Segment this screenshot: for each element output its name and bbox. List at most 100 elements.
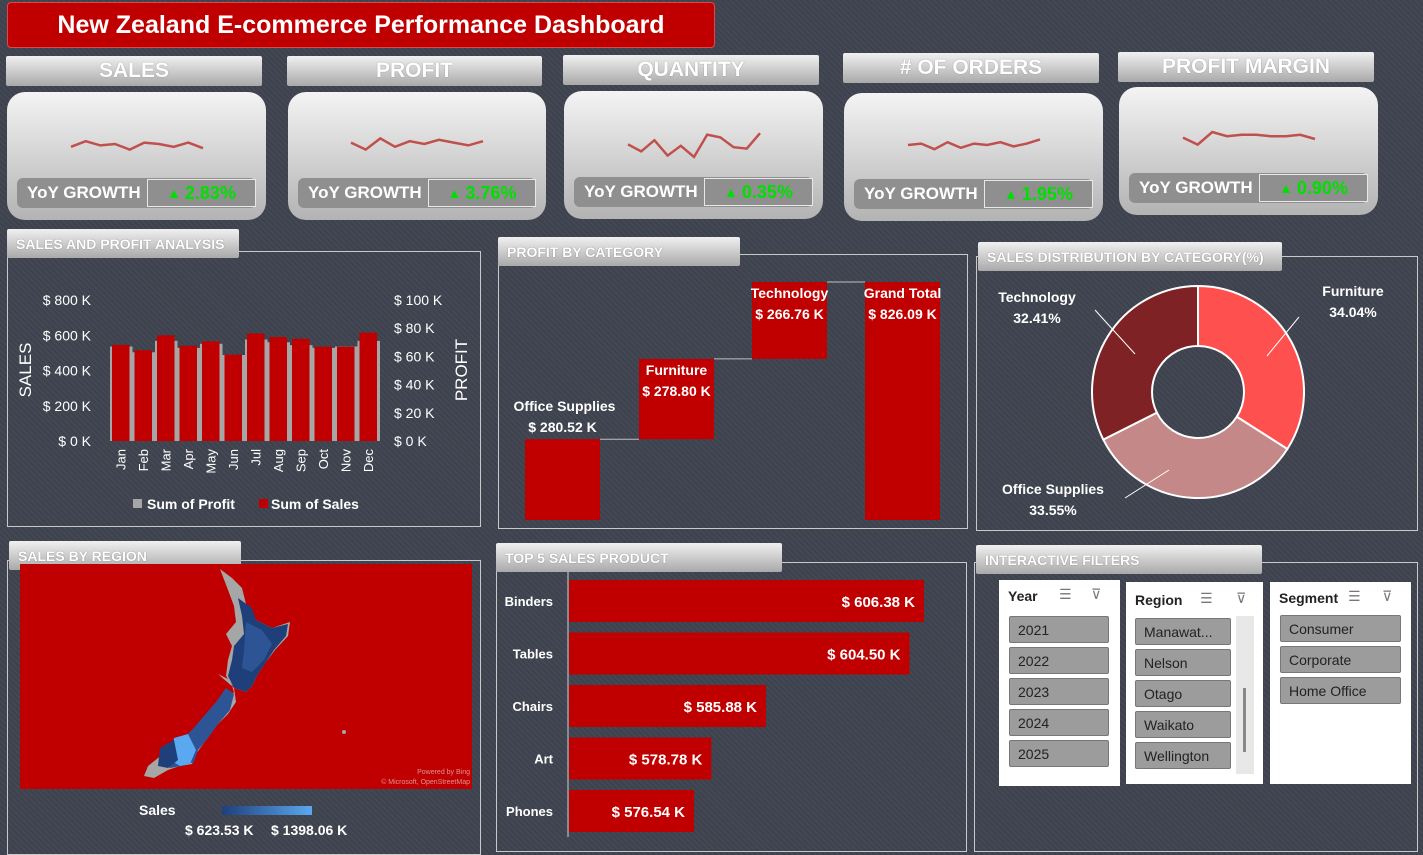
triangle-up-icon: ▲	[167, 185, 181, 201]
clear-filter-icon[interactable]: ⊽	[1091, 586, 1101, 603]
sales-profit-header: SALES AND PROFIT ANALYSIS	[7, 229, 239, 258]
sales-bar[interactable]	[157, 335, 175, 442]
sales-bar[interactable]	[112, 344, 130, 441]
x-tick-label: Sep	[293, 449, 308, 472]
nz-map-shape: Powered by Bing © Microsoft, OpenStreetM…	[144, 569, 470, 786]
kpi-growth-value-box: ▲ 1.95%	[984, 180, 1093, 208]
slicer-item-segment[interactable]: Corporate	[1280, 646, 1401, 673]
map-credit-1: Powered by Bing	[417, 769, 470, 776]
kpi-growth-value-box: ▲ 3.76%	[428, 179, 536, 207]
donut-slice[interactable]	[1197, 284, 1305, 451]
y-tick-label: $ 800 K	[43, 292, 92, 308]
kpi-sparkline	[1181, 130, 1315, 147]
waterfall-category-label: Office Supplies	[514, 398, 616, 414]
multi-select-icon[interactable]: ☰	[1059, 586, 1072, 603]
kpi-growth-value: 2.83%	[184, 182, 236, 203]
donut-category-label: Office Supplies	[1002, 481, 1104, 497]
y2-tick-label: $ 60 K	[394, 348, 435, 364]
kpi-growth-value-box: ▲ 0.90%	[1259, 174, 1368, 202]
segment-slicer-title: Segment	[1279, 590, 1339, 606]
slicer-item-year[interactable]: 2024	[1009, 709, 1109, 736]
kpi-growth-label: YoY GROWTH	[27, 183, 141, 202]
sales-bar[interactable]	[134, 350, 153, 441]
x-tick-label: Feb	[136, 449, 151, 471]
sales-bar[interactable]	[292, 338, 310, 441]
chatham-islands	[342, 730, 346, 734]
donut-slice[interactable]	[1090, 284, 1199, 441]
donut-value-label: 34.04%	[1329, 304, 1377, 320]
legend-label-sales: Sum of Sales	[271, 496, 359, 512]
slicer-item-region[interactable]: Manawat...	[1135, 618, 1231, 645]
slicer-item-year[interactable]: 2021	[1009, 616, 1109, 643]
region-slicer: Region ☰ ⊽ Manawat... Nelson Otago Waikato W…	[1126, 582, 1263, 784]
waterfall-category-label: Grand Total	[864, 285, 942, 301]
x-tick-label: May	[203, 449, 218, 474]
region-map[interactable]: Powered by Bing © Microsoft, OpenStreetM…	[20, 564, 472, 789]
legend-swatch-sales	[259, 499, 268, 508]
kpi-header: QUANTITY	[563, 55, 819, 85]
region-scrollbar-thumb[interactable]	[1243, 688, 1246, 752]
map-legend-gradient	[222, 806, 312, 815]
slicer-item-segment[interactable]: Home Office	[1280, 677, 1401, 704]
product-label: Phones	[506, 804, 553, 819]
waterfall-value-label: $ 278.80 K	[642, 383, 711, 399]
slicer-item-year[interactable]: 2025	[1009, 740, 1109, 767]
profit-category-chart: Office Supplies $ 280.52 K Furniture $ 278.…	[514, 281, 942, 520]
sparkline-line	[1181, 130, 1315, 147]
dashboard-title: New Zealand E-commerce Performance Dashb…	[7, 2, 715, 48]
slicer-item-region[interactable]: Wellington	[1135, 742, 1231, 769]
waterfall-bar[interactable]	[525, 439, 600, 520]
triangle-up-icon: ▲	[724, 184, 738, 200]
kpi-sparkline	[70, 139, 203, 151]
waterfall-value-label: $ 280.52 K	[528, 419, 597, 435]
product-label: Binders	[505, 594, 553, 609]
slicer-item-region[interactable]: Otago	[1135, 680, 1231, 707]
sales-bar[interactable]	[224, 354, 243, 441]
profit-category-header: PROFIT BY CATEGORY	[498, 237, 740, 266]
product-value-label: $ 576.54 K	[612, 804, 686, 821]
slicer-item-year[interactable]: 2022	[1009, 647, 1109, 674]
x-tick-label: Mar	[158, 448, 173, 471]
kpi-growth-label: YoY GROWTH	[1139, 178, 1253, 197]
slicer-item-region[interactable]: Waikato	[1135, 711, 1231, 738]
triangle-up-icon: ▲	[447, 185, 462, 201]
x-tick-label: Nov	[338, 449, 353, 473]
slicer-item-region[interactable]: Nelson	[1135, 649, 1231, 676]
x-tick-label: Aug	[271, 449, 286, 472]
sales-bar[interactable]	[179, 345, 198, 441]
kpi-growth-value: 0.35%	[741, 181, 793, 202]
kpi-growth-label: YoY GROWTH	[584, 182, 698, 201]
kpi-card: YoY GROWTH ▲ 0.90%	[1119, 87, 1378, 215]
kpi-card: YoY GROWTH ▲ 3.76%	[288, 92, 546, 220]
clear-filter-icon[interactable]: ⊽	[1236, 590, 1246, 607]
x-tick-label: Jun	[226, 449, 241, 470]
sales-bar[interactable]	[314, 346, 333, 441]
kpi-sparkline	[907, 138, 1040, 151]
multi-select-icon[interactable]: ☰	[1348, 588, 1361, 605]
sparkline-line	[907, 138, 1040, 151]
kpi-growth-value: 3.76%	[465, 182, 517, 203]
sales-bar[interactable]	[269, 337, 288, 441]
slicer-item-segment[interactable]: Consumer	[1280, 615, 1401, 642]
sales-bar[interactable]	[359, 332, 378, 441]
x-tick-label: Dec	[361, 449, 376, 473]
y-tick-label: $ 0 K	[58, 433, 91, 449]
kpi-growth-value: 0.90%	[1296, 177, 1348, 198]
map-legend-title: Sales	[139, 802, 176, 818]
kpi-growth-box: YoY GROWTH ▲ 0.35%	[574, 177, 813, 207]
sales-bar[interactable]	[337, 346, 355, 441]
multi-select-icon[interactable]: ☰	[1200, 590, 1213, 607]
y2-tick-label: $ 0 K	[394, 433, 427, 449]
kpi-header: SALES	[6, 56, 262, 86]
x-tick-label: Apr	[181, 448, 196, 469]
region-scrollbar[interactable]	[1236, 616, 1254, 774]
region-slicer-title: Region	[1135, 592, 1183, 608]
x-tick-label: Jul	[248, 449, 263, 466]
slicer-item-year[interactable]: 2023	[1009, 678, 1109, 705]
sales-bar[interactable]	[247, 333, 265, 442]
product-value-label: $ 578.78 K	[629, 752, 703, 769]
segment-slicer: Segment ☰ ⊽ Consumer Corporate Home Office	[1270, 582, 1411, 784]
clear-filter-icon[interactable]: ⊽	[1382, 588, 1392, 605]
sales-bar[interactable]	[202, 341, 220, 441]
waterfall-category-label: Technology	[751, 285, 829, 301]
